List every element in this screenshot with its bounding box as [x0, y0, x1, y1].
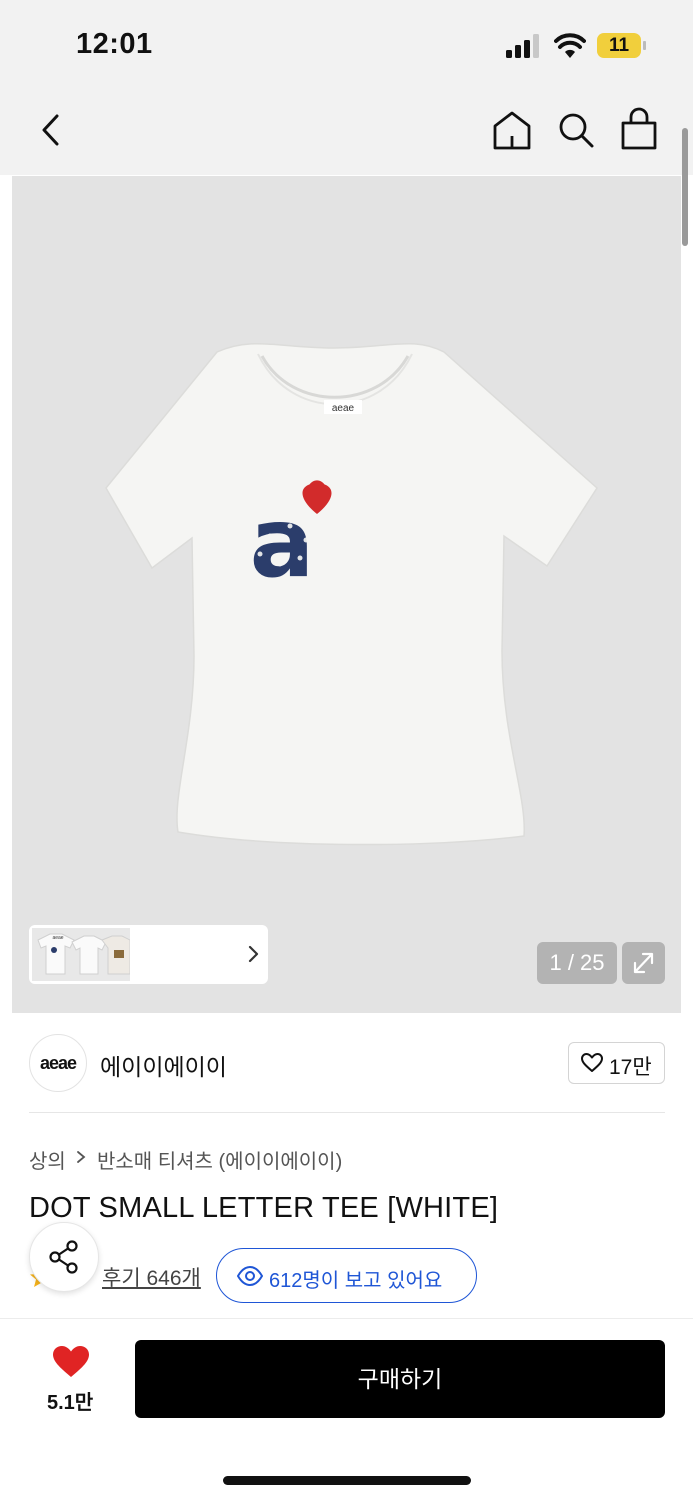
- battery-tip: [643, 41, 646, 50]
- brand-like-count: 17만: [609, 1056, 652, 1079]
- product-image: aeae a: [105, 342, 598, 846]
- battery-icon: 11: [597, 33, 647, 60]
- tee-print-letter: a: [250, 487, 315, 599]
- status-time: 12:01: [76, 28, 153, 60]
- wifi-icon: [554, 33, 586, 58]
- thumbnail-strip[interactable]: aeae: [29, 925, 268, 984]
- brand-logo[interactable]: aeae: [29, 1034, 87, 1092]
- home-indicator: [223, 1476, 471, 1485]
- search-icon[interactable]: [555, 108, 597, 152]
- eye-icon: [237, 1266, 263, 1286]
- breadcrumb-subcategory[interactable]: 반소매 티셔츠 (에이이에이이): [97, 1145, 342, 1174]
- share-icon: [49, 1240, 78, 1274]
- shopping-bag-icon[interactable]: [618, 106, 660, 152]
- brand-name[interactable]: 에이이에이이: [100, 1048, 227, 1082]
- heart-filled-icon[interactable]: [52, 1345, 90, 1379]
- cellular-signal-icon: [506, 34, 539, 58]
- expand-icon: [633, 952, 654, 974]
- chevron-right-icon: [77, 1151, 86, 1163]
- image-counter: 1 / 25: [537, 942, 617, 984]
- home-icon[interactable]: [490, 108, 534, 152]
- heart-outline-icon: [581, 1053, 603, 1072]
- chevron-right-icon[interactable]: [245, 943, 261, 965]
- brand-like-button[interactable]: 17만: [568, 1042, 665, 1084]
- battery-level: 11: [597, 33, 641, 58]
- viewers-text: 612명이 보고 있어요: [269, 1270, 443, 1292]
- share-button[interactable]: [29, 1222, 99, 1292]
- buy-button[interactable]: 구매하기: [135, 1340, 665, 1418]
- product-image-gallery[interactable]: aeae a: [12, 176, 681, 1013]
- wish-count: 5.1만: [47, 1392, 94, 1414]
- back-button[interactable]: [34, 110, 70, 150]
- breadcrumb-category[interactable]: 상의: [29, 1145, 66, 1174]
- expand-image-button[interactable]: [622, 942, 665, 984]
- review-count-link[interactable]: 후기 646개: [102, 1262, 201, 1292]
- neck-label: aeae: [332, 403, 355, 414]
- section-divider: [29, 1112, 665, 1113]
- thumbnail-image: aeae: [32, 928, 131, 981]
- thumb-neck-label: aeae: [52, 935, 63, 941]
- product-title: DOT SMALL LETTER TEE [WHITE]: [29, 1192, 499, 1224]
- viewers-badge: 612명이 보고 있어요: [216, 1248, 477, 1303]
- page-scrollbar[interactable]: [682, 128, 688, 246]
